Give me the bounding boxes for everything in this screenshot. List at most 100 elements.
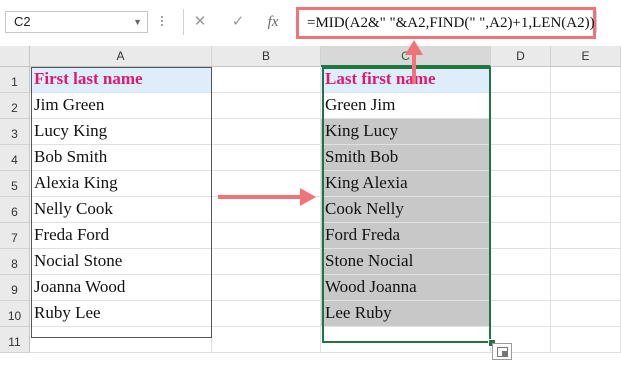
cell-d9[interactable] [491,275,551,301]
cell-b2[interactable] [212,93,321,119]
cell-a5[interactable]: Alexia King [30,171,212,197]
cell-c8[interactable]: Stone Nocial [321,249,491,275]
cell-d6[interactable] [491,197,551,223]
row-header-10[interactable]: 10 [0,301,30,327]
column-header-d[interactable]: D [491,46,551,67]
cell-d8[interactable] [491,249,551,275]
worksheet-grid[interactable]: A B C D E 1 First last name Last first name 2 Jim… [0,46,621,366]
cell-d1[interactable] [491,67,551,93]
cell-b7[interactable] [212,223,321,249]
cell-a3[interactable]: Lucy King [30,119,212,145]
row-header-label: 4 [11,153,18,167]
cell-b10[interactable] [212,301,321,327]
cell-a2[interactable]: Jim Green [30,93,212,119]
cell-d2[interactable] [491,93,551,119]
row-header-8[interactable]: 8 [0,249,30,275]
row-header-4[interactable]: 4 [0,145,30,171]
check-icon[interactable]: ✓ [226,11,250,33]
formula-bar-grip-icon[interactable] [160,14,164,32]
cell-c11[interactable] [321,327,491,353]
cell-b1[interactable] [212,67,321,93]
cell-b5[interactable] [212,171,321,197]
name-box[interactable]: C2 ▼ [5,11,148,33]
row-header-label: 9 [11,283,18,297]
formula-input[interactable]: =MID(A2&" "&A2,FIND(" ",A2)+1,LEN(A2)) [296,7,596,39]
cell-c5[interactable]: King Alexia [321,171,491,197]
row-header-9[interactable]: 9 [0,275,30,301]
cell-e3[interactable] [551,119,621,145]
cell-text: King Alexia [325,173,408,192]
cell-d5[interactable] [491,171,551,197]
cell-a9[interactable]: Joanna Wood [30,275,212,301]
row-header-label: 1 [11,75,18,89]
row-header-7[interactable]: 7 [0,223,30,249]
cell-a4[interactable]: Bob Smith [30,145,212,171]
cell-text: Alexia King [34,173,118,192]
cell-e1[interactable] [551,67,621,93]
row-header-3[interactable]: 3 [0,119,30,145]
cell-c6[interactable]: Cook Nelly [321,197,491,223]
cell-c7[interactable]: Ford Freda [321,223,491,249]
cell-c2[interactable]: Green Jim [321,93,491,119]
cell-d4[interactable] [491,145,551,171]
cell-text: Joanna Wood [34,277,126,296]
cell-e5[interactable] [551,171,621,197]
cell-text: Smith Bob [325,147,399,166]
cell-a1[interactable]: First last name [30,67,212,93]
cell-a7[interactable]: Freda Ford [30,223,212,249]
column-header-e[interactable]: E [551,46,621,67]
cell-e8[interactable] [551,249,621,275]
cell-b3[interactable] [212,119,321,145]
cell-text: Last first name [325,69,436,88]
column-header-c[interactable]: C [321,46,491,67]
cell-e2[interactable] [551,93,621,119]
row-header-1[interactable]: 1 [0,67,30,93]
cell-c10[interactable]: Lee Ruby [321,301,491,327]
row-header-6[interactable]: 6 [0,197,30,223]
cell-c3[interactable]: King Lucy [321,119,491,145]
chevron-down-icon[interactable]: ▼ [133,12,142,32]
cell-text: First last name [34,69,143,88]
cell-c4[interactable]: Smith Bob [321,145,491,171]
cell-text: Stone Nocial [325,251,414,270]
cell-d3[interactable] [491,119,551,145]
row-header-5[interactable]: 5 [0,171,30,197]
cell-text: Wood Joanna [325,277,417,296]
cell-a11[interactable] [30,327,212,353]
cell-a10[interactable]: Ruby Lee [30,301,212,327]
cell-e4[interactable] [551,145,621,171]
row-header-label: 7 [11,231,18,245]
row-header-label: 5 [11,179,18,193]
column-header-b[interactable]: B [212,46,321,67]
cell-a6[interactable]: Nelly Cook [30,197,212,223]
cell-d10[interactable] [491,301,551,327]
row-header-2[interactable]: 2 [0,93,30,119]
insert-function-button[interactable]: fx [261,11,285,33]
cell-text: Bob Smith [34,147,108,166]
cell-b6[interactable] [212,197,321,223]
cell-e9[interactable] [551,275,621,301]
cell-text: Nelly Cook [34,199,113,218]
cell-b4[interactable] [212,145,321,171]
cell-d7[interactable] [491,223,551,249]
select-all-button[interactable] [0,46,30,67]
cell-e11[interactable] [551,327,621,353]
cell-text: Green Jim [325,95,396,114]
quick-analysis-icon[interactable] [492,343,512,360]
cell-c1[interactable]: Last first name [321,67,491,93]
cell-e6[interactable] [551,197,621,223]
cell-b11[interactable] [212,327,321,353]
row-header-11[interactable]: 11 [0,327,30,353]
cell-e7[interactable] [551,223,621,249]
cell-e10[interactable] [551,301,621,327]
row-header-label: 10 [7,309,22,323]
expand-formula-bar-button[interactable] [596,11,621,33]
formula-bar-separator [183,9,184,35]
cell-b9[interactable] [212,275,321,301]
cell-c9[interactable]: Wood Joanna [321,275,491,301]
row-header-label: 3 [11,127,18,141]
column-header-a[interactable]: A [30,46,212,67]
cell-b8[interactable] [212,249,321,275]
close-icon[interactable]: ✕ [188,11,212,33]
cell-a8[interactable]: Nocial Stone [30,249,212,275]
